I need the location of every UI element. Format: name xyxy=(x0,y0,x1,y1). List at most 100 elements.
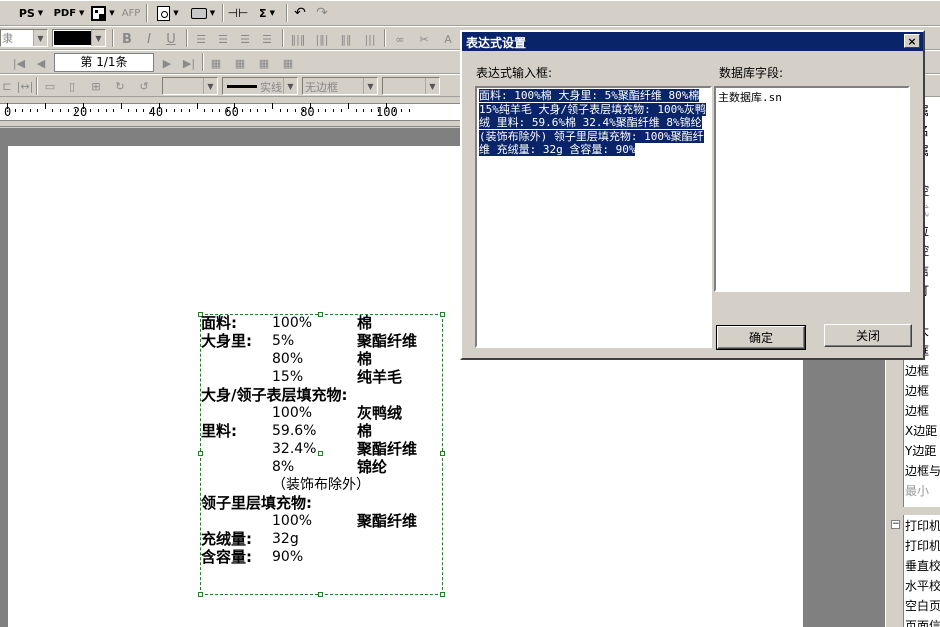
print-preview-button[interactable]: ▼ xyxy=(152,3,184,23)
ruler-tick xyxy=(348,103,350,109)
prev-record-button[interactable]: ◀ xyxy=(32,53,50,73)
text-format-button[interactable]: A xyxy=(438,29,458,49)
label-line-percent: 32.4% xyxy=(272,441,317,457)
ruler-label: 80 xyxy=(300,105,315,119)
property-item[interactable]: 打印机 xyxy=(903,537,940,556)
barcode-button-1[interactable]: ‖|‖ xyxy=(288,29,308,49)
layer-button-1[interactable]: ▦ xyxy=(206,53,226,73)
ruler-tick xyxy=(14,109,16,112)
dialog-close-button[interactable]: × xyxy=(904,34,920,48)
border-value: 无边框 xyxy=(305,81,338,94)
ruler-label: 0 xyxy=(4,105,12,119)
afp-export-button[interactable]: AFP xyxy=(120,3,142,23)
label-line-material: 锦纶 xyxy=(357,458,388,476)
barcode-button-3[interactable]: ‖‖ xyxy=(336,29,356,49)
collapse-group-icon[interactable]: − xyxy=(891,520,900,529)
font-combo[interactable]: 隶 ▼ xyxy=(0,29,48,47)
color-combo[interactable]: ▼ xyxy=(52,29,106,47)
shape-button-2[interactable]: ▯ xyxy=(62,76,82,96)
dropdown-arrow-icon: ▼ xyxy=(209,9,216,17)
close-icon: × xyxy=(907,34,917,48)
label-line-caption: 充绒量: xyxy=(201,530,252,548)
resize-handle-bl[interactable] xyxy=(198,592,203,597)
property-item[interactable]: 边框 xyxy=(903,402,940,421)
bold-button[interactable]: B xyxy=(118,29,136,49)
barcode-icon: |‖| xyxy=(315,32,329,46)
property-item[interactable]: 垂直校 xyxy=(903,557,940,576)
close-button[interactable]: 关闭 xyxy=(824,324,912,347)
rotate-back-button[interactable]: ↺ xyxy=(134,76,154,96)
dropdown-arrow-icon: ▼ xyxy=(33,30,47,46)
ruler-tick xyxy=(340,109,342,112)
ps-export-button[interactable]: PS ▼ xyxy=(14,3,48,23)
property-item[interactable]: 页面信息 xyxy=(903,617,940,627)
ok-button[interactable]: 确定 xyxy=(716,325,806,350)
unlink-button[interactable]: ✂ xyxy=(414,29,434,49)
shape-button-3[interactable]: ⊞ xyxy=(86,76,106,96)
align-center-button[interactable]: ☰ xyxy=(214,29,232,49)
ruler-tick xyxy=(370,109,372,112)
print-button[interactable]: ▼ xyxy=(186,3,220,23)
line-style-combo[interactable]: 实线 ▼ xyxy=(222,77,298,95)
dialog-title-bar[interactable]: 表达式设置 xyxy=(462,32,923,51)
property-item[interactable]: 打印机 xyxy=(903,517,940,536)
size-combo[interactable]: ▼ xyxy=(162,77,218,95)
first-record-button[interactable]: |◀ xyxy=(10,53,28,73)
property-item[interactable]: 最小 xyxy=(903,482,940,501)
layer-button-3[interactable]: ▦ xyxy=(254,53,274,73)
expression-selected-text: 面料: 100%棉 大身里: 5%聚酯纤维 80%棉 15%纯羊毛 大身/领子表… xyxy=(479,89,706,157)
extra-combo[interactable]: ▼ xyxy=(382,77,440,95)
property-item[interactable]: Y边距 xyxy=(903,442,940,461)
link-icon: ∞ xyxy=(395,32,405,46)
barcode-button-2[interactable]: |‖| xyxy=(312,29,332,49)
resize-handle-br[interactable] xyxy=(440,592,445,597)
align-tool-button-1[interactable]: ⊏ xyxy=(0,76,14,96)
db-fields-list[interactable]: 主数据库.sn xyxy=(714,86,910,292)
label-line: 面料: 100% 棉 xyxy=(201,314,441,332)
italic-button[interactable]: I xyxy=(140,29,158,49)
property-item[interactable]: 边框 xyxy=(903,362,940,381)
ruler-tick xyxy=(211,109,213,112)
record-nav-field[interactable]: 第 1/1条 xyxy=(54,53,154,72)
align-left-button[interactable]: ☰ xyxy=(192,29,210,49)
insert-field-button[interactable]: ⊣⊢ xyxy=(227,3,249,23)
db-field-item[interactable]: 主数据库.sn xyxy=(718,89,906,105)
underline-button[interactable]: U xyxy=(162,29,180,49)
ruler-tick xyxy=(188,109,190,112)
property-item[interactable]: X边距 xyxy=(903,422,940,441)
layer-button-2[interactable]: ▦ xyxy=(230,53,250,73)
next-record-button[interactable]: ▶ xyxy=(158,53,176,73)
sigma-label: Σ xyxy=(259,6,267,20)
field-icon: ⊣⊢ xyxy=(227,6,249,20)
justify-button[interactable]: ☰ xyxy=(258,29,276,49)
image-export-button[interactable]: ▼ xyxy=(88,3,118,23)
layer-button-4[interactable]: ▦ xyxy=(278,53,298,73)
pdf-export-button[interactable]: PDF ▼ xyxy=(52,3,86,23)
align-tool-button-2[interactable]: |↔| xyxy=(16,76,34,96)
ruler-tick xyxy=(29,109,31,112)
expression-input[interactable]: 面料: 100%棉 大身里: 5%聚酯纤维 80%棉 15%纯羊毛 大身/领子表… xyxy=(475,86,712,348)
dropdown-arrow-icon: ▼ xyxy=(79,9,85,17)
link-button[interactable]: ∞ xyxy=(390,29,410,49)
toolbar-separator xyxy=(222,4,224,22)
undo-button[interactable]: ↶ xyxy=(290,3,310,23)
label-line: 15% 纯羊毛 xyxy=(201,368,441,386)
rotate-button[interactable]: ↻ xyxy=(110,76,130,96)
property-item[interactable]: 水平校 xyxy=(903,577,940,596)
shape-button-1[interactable]: ▭ xyxy=(40,76,60,96)
property-item[interactable]: 空白页 xyxy=(903,597,940,616)
dropdown-arrow-icon: ▼ xyxy=(425,78,439,94)
align-left-icon: ☰ xyxy=(196,32,206,46)
sum-button[interactable]: Σ ▼ xyxy=(252,3,282,23)
align-tool-icon: ⊏ xyxy=(2,79,12,93)
toolbar-separator xyxy=(186,29,188,47)
border-combo[interactable]: 无边框 ▼ xyxy=(302,77,378,95)
redo-button[interactable]: ↷ xyxy=(312,3,332,23)
last-record-button[interactable]: ▶| xyxy=(180,53,198,73)
property-item[interactable]: 边框 xyxy=(903,382,940,401)
barcode-button-4[interactable]: ||| xyxy=(360,29,380,49)
resize-handle-bm[interactable] xyxy=(318,592,323,597)
align-right-button[interactable]: ☰ xyxy=(236,29,254,49)
property-item[interactable]: 边框与 xyxy=(903,462,940,481)
label-line-material: 棉 xyxy=(357,422,373,440)
